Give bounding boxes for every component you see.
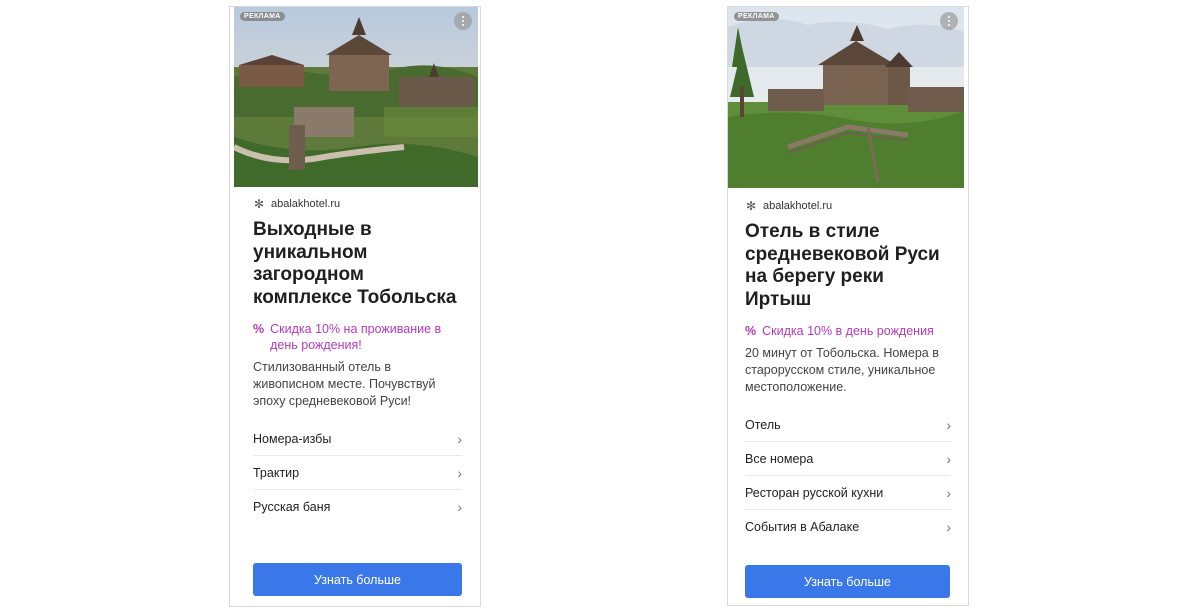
- ad-content: ✻ abalakhotel.ru Выходные в уникальном з…: [253, 195, 462, 523]
- promo-row: % Скидка 10% в день рождения: [745, 323, 951, 339]
- ad-description: 20 минут от Тобольска. Номера в старорус…: [745, 346, 939, 394]
- sitelink-label: Ресторан русской кухни: [745, 485, 884, 500]
- sitelink-label: Отель: [745, 417, 781, 432]
- more-vertical-icon[interactable]: [940, 12, 958, 30]
- ad-content: ✻ abalakhotel.ru Отель в стиле средневек…: [745, 197, 951, 543]
- sitelink[interactable]: Отель ›: [745, 408, 951, 442]
- percent-icon: %: [745, 324, 757, 338]
- sitelink[interactable]: Ресторан русской кухни ›: [745, 476, 951, 510]
- ad-image[interactable]: РЕКЛАМА: [728, 7, 964, 188]
- domain-row[interactable]: ✻ abalakhotel.ru: [253, 195, 462, 213]
- chevron-right-icon: ›: [946, 416, 951, 433]
- ad-description: Стилизованный отель в живописном месте. …: [253, 360, 436, 408]
- ad-headline[interactable]: Выходные в уникальном загородном комплек…: [253, 219, 462, 309]
- domain-label: abalakhotel.ru: [271, 198, 341, 210]
- chevron-right-icon: ›: [457, 498, 462, 515]
- chevron-right-icon: ›: [946, 450, 951, 467]
- chevron-right-icon: ›: [457, 464, 462, 481]
- sitelinks: Отель › Все номера › Ресторан русской ку…: [745, 408, 951, 543]
- ad-card-2[interactable]: РЕКЛАМА ✻ abalakhotel.ru Отель в стиле с…: [727, 6, 969, 606]
- chevron-right-icon: ›: [946, 484, 951, 501]
- sitelink-label: Номера-избы: [253, 431, 332, 446]
- promo-text: Скидка 10% на проживание в день рождения…: [270, 322, 442, 352]
- chevron-right-icon: ›: [946, 518, 951, 535]
- chevron-right-icon: ›: [457, 430, 462, 447]
- sitelink-label: Трактир: [253, 465, 300, 480]
- sitelink[interactable]: Все номера ›: [745, 442, 951, 476]
- ad-card-1[interactable]: РЕКЛАМА ✻ abalakhotel.ru Выходные в уник…: [229, 6, 481, 607]
- domain-row[interactable]: ✻ abalakhotel.ru: [745, 197, 951, 215]
- promo-text: Скидка 10% в день рождения: [762, 324, 934, 338]
- learn-more-button[interactable]: Узнать больше: [745, 565, 950, 598]
- sitelink-label: События в Абалаке: [745, 519, 860, 534]
- ad-badge: РЕКЛАМА: [734, 12, 779, 21]
- snowflake-icon: ✻: [745, 199, 757, 213]
- sitelink-label: Все номера: [745, 451, 814, 466]
- sitelink[interactable]: Трактир ›: [253, 456, 462, 490]
- learn-more-button[interactable]: Узнать больше: [253, 563, 462, 596]
- percent-icon: %: [253, 322, 265, 336]
- sitelink-label: Русская баня: [253, 499, 331, 514]
- sitelink[interactable]: Русская баня ›: [253, 490, 462, 523]
- sitelink[interactable]: Номера-избы ›: [253, 422, 462, 456]
- more-vertical-icon[interactable]: [454, 12, 472, 30]
- sitelink[interactable]: События в Абалаке ›: [745, 510, 951, 543]
- ad-badge: РЕКЛАМА: [240, 12, 285, 21]
- snowflake-icon: ✻: [253, 197, 265, 211]
- sitelinks: Номера-избы › Трактир › Русская баня ›: [253, 422, 462, 523]
- ad-headline[interactable]: Отель в стиле средневековой Руси на бере…: [745, 221, 951, 311]
- domain-label: abalakhotel.ru: [763, 200, 833, 212]
- ad-image[interactable]: РЕКЛАМА: [234, 7, 478, 187]
- promo-row: % Скидка 10% на проживание в день рожден…: [253, 321, 462, 353]
